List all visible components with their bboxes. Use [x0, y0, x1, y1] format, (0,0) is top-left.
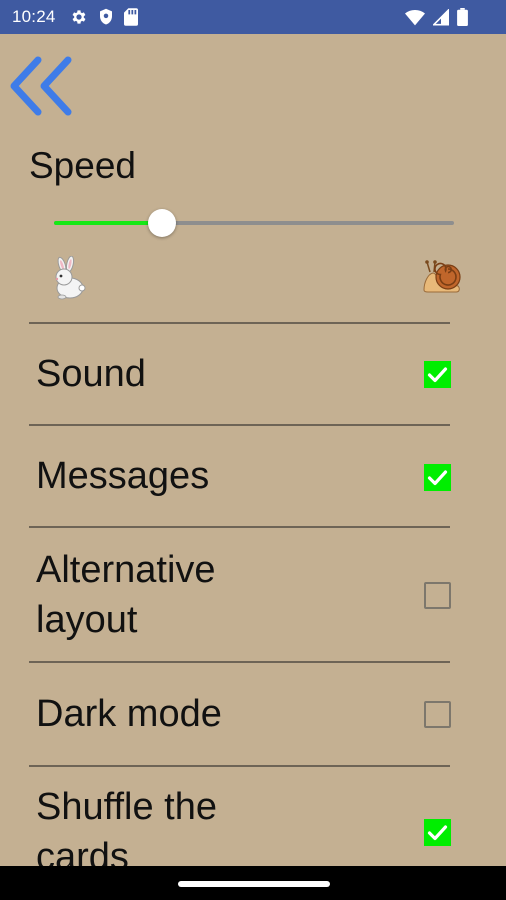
sound-checkbox[interactable] — [424, 361, 451, 388]
status-time: 10:24 — [12, 7, 56, 26]
divider — [29, 322, 450, 324]
battery-icon — [457, 8, 468, 26]
shield-icon — [98, 8, 114, 26]
status-bar: 10:24 — [0, 0, 506, 34]
setting-label-alternative-layout: Alternative layout — [36, 549, 216, 641]
back-button[interactable] — [6, 54, 74, 118]
messages-checkbox[interactable] — [424, 464, 451, 491]
divider — [29, 765, 450, 767]
navigation-bar — [0, 866, 506, 900]
sd-card-icon — [124, 8, 138, 26]
alternative-layout-checkbox[interactable] — [424, 582, 451, 609]
dark-mode-checkbox[interactable] — [424, 701, 451, 728]
speed-slider[interactable] — [54, 206, 454, 242]
checkmark-icon — [427, 825, 448, 841]
shuffle-cards-checkbox[interactable] — [424, 819, 451, 846]
checkmark-icon — [427, 470, 448, 486]
double-chevron-left-icon — [10, 56, 72, 116]
divider — [29, 526, 450, 528]
home-gesture-handle[interactable] — [178, 881, 330, 887]
setting-label-messages: Messages — [36, 455, 210, 497]
signal-icon — [433, 8, 449, 26]
speed-title: Speed — [29, 145, 136, 186]
slider-fill — [54, 221, 162, 225]
slider-thumb[interactable] — [148, 209, 176, 237]
gear-icon — [70, 8, 88, 26]
divider — [29, 424, 450, 426]
rabbit-icon — [48, 255, 88, 300]
checkmark-icon — [427, 367, 448, 383]
setting-label-sound: Sound — [36, 353, 146, 395]
divider — [29, 661, 450, 663]
setting-label-dark-mode: Dark mode — [36, 693, 222, 735]
snail-icon — [420, 256, 464, 296]
wifi-icon — [405, 9, 425, 26]
